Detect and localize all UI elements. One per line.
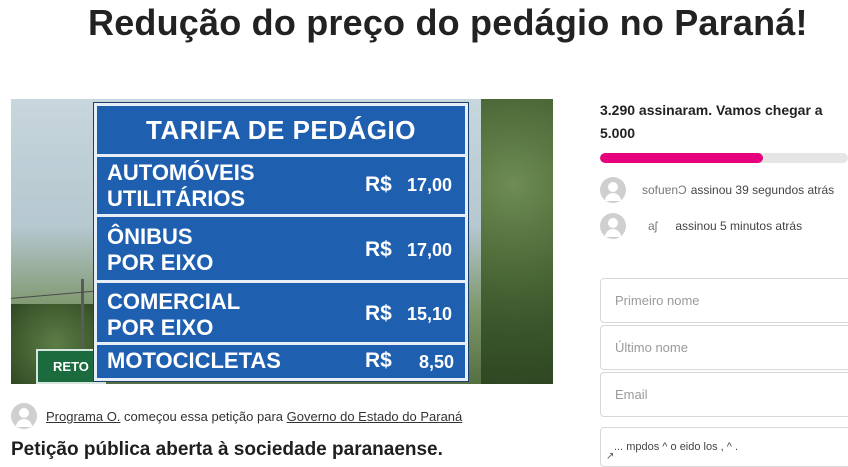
- signature-target: 5.000: [600, 125, 636, 141]
- toll-category: AUTOMÓVEIS UTILITÁRIOS: [107, 160, 255, 211]
- signature-progress-fill: [600, 153, 764, 163]
- toll-row: ÔNIBUS POR EIXO R$ 17,00: [97, 217, 465, 283]
- toll-row: COMERCIAL POR EIXO R$ 15,10: [97, 283, 465, 345]
- toll-category: MOTOCICLETAS: [107, 348, 281, 373]
- petition-image: RETO TARIFA DE PEDÁGIO AUTOMÓVEIS UTILITÁ…: [11, 99, 553, 384]
- toll-currency: R$: [365, 238, 392, 261]
- toll-row: AUTOMÓVEIS UTILITÁRIOS R$ 17,00: [97, 154, 465, 217]
- petition-starter: Programa O. começou essa petição para Go…: [11, 403, 462, 429]
- country-select-text: ... mpdos ^ o eido los , ^ .: [614, 441, 739, 453]
- signature-goal: 3.290 assinaram. Vamos chegar a 5.000: [600, 99, 848, 145]
- email-field[interactable]: [600, 372, 848, 417]
- petition-headline: Petição pública aberta à sociedade paran…: [11, 439, 443, 460]
- toll-currency: R$: [365, 173, 392, 196]
- signer-name: sofuɐnƆ: [642, 183, 687, 197]
- avatar: [600, 213, 626, 239]
- toll-sign: TARIFA DE PEDÁGIO AUTOMÓVEIS UTILITÁRIOS …: [94, 103, 468, 381]
- resize-icon: ↗: [606, 451, 615, 462]
- avatar: [600, 177, 626, 203]
- last-name-field[interactable]: [600, 325, 848, 370]
- tree-foliage: [481, 99, 553, 384]
- signer-action: assinou 5 minutos atrás: [675, 219, 803, 233]
- toll-price: 17,00: [407, 240, 453, 260]
- toll-price: 15,10: [407, 304, 453, 324]
- toll-price: 8,50: [419, 352, 455, 372]
- toll-row: MOTOCICLETAS R$ 8,50: [97, 345, 465, 378]
- starter-text: começou essa petição para: [120, 408, 287, 424]
- toll-currency: R$: [365, 302, 392, 325]
- power-line: [11, 290, 101, 299]
- toll-price: 17,00: [407, 175, 453, 195]
- target-link[interactable]: Governo do Estado do Paraná: [287, 409, 463, 424]
- toll-currency: R$: [365, 349, 392, 372]
- toll-category: COMERCIAL POR EIXO: [107, 289, 241, 340]
- signer-action: assinou 39 segundos atrás: [690, 183, 835, 197]
- first-name-field[interactable]: [600, 278, 848, 323]
- signature-progress-bar: [600, 153, 848, 163]
- author-link[interactable]: Programa O.: [46, 409, 120, 424]
- signer-name: aʃ: [648, 219, 658, 233]
- toll-category: ÔNIBUS POR EIXO: [107, 224, 214, 275]
- toll-sign-title: TARIFA DE PEDÁGIO: [97, 106, 465, 157]
- signature-count: 3.290 assinaram. Vamos chegar a: [600, 102, 823, 118]
- avatar: [11, 403, 37, 429]
- recent-signer: aʃ assinou 5 minutos atrás: [600, 213, 802, 239]
- page-title: Redução do preço do pedágio no Paraná!: [88, 2, 808, 43]
- recent-signer: sofuɐnƆ assinou 39 segundos atrás: [600, 177, 834, 203]
